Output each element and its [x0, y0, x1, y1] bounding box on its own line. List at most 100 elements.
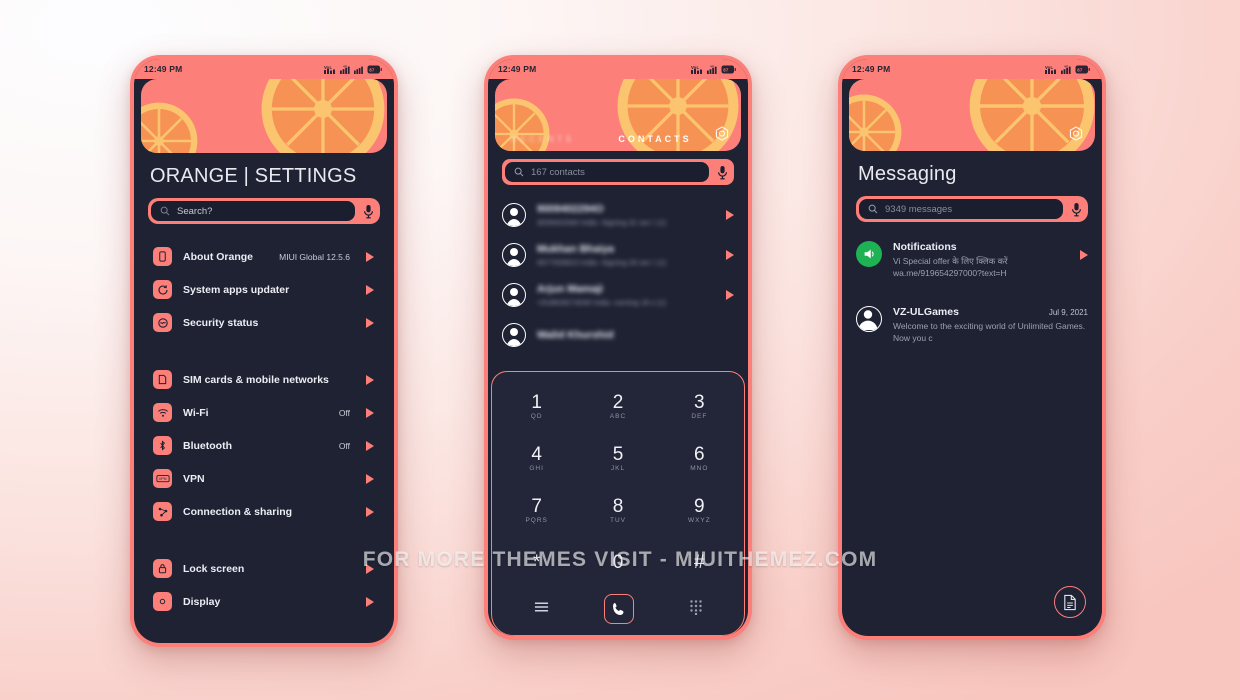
battery-icon: 87 — [721, 65, 736, 73]
status-bar: 12:49 PM VoL 4G 87 — [134, 59, 394, 79]
dialpad-key-5[interactable]: 5 JKL — [577, 432, 658, 484]
gear-icon[interactable] — [713, 125, 731, 143]
sidebar-item-connection-sharing[interactable]: Connection & sharing — [141, 495, 387, 528]
signal-icon: 4G — [1061, 64, 1071, 74]
search-placeholder: 167 contacts — [531, 166, 585, 178]
chevron-right-icon — [366, 317, 374, 328]
settings-item-value: MIUI Global 12.5.6 — [279, 251, 350, 262]
chevron-right-icon — [366, 506, 374, 517]
dialpad-key-3[interactable]: 3 DEF — [659, 380, 740, 432]
key-letters: TUV — [609, 517, 626, 525]
call-icon[interactable] — [603, 594, 634, 624]
search-bar[interactable]: Search? — [148, 198, 380, 224]
contact-avatar-icon — [502, 283, 526, 307]
chevron-right-icon — [366, 251, 374, 262]
sidebar-item-display[interactable]: Display — [141, 585, 387, 618]
dialpad-key-1[interactable]: 1 QD — [496, 380, 577, 432]
dialpad-key-star[interactable]: * — [496, 537, 577, 589]
svg-text:VPN: VPN — [158, 477, 166, 481]
search-input[interactable]: 167 contacts — [505, 162, 709, 182]
thread-preview: Welcome to the exciting world of Unlimit… — [893, 320, 1086, 343]
page-title: Messaging — [858, 163, 957, 185]
settings-group: SIM cards & mobile networks Wi-Fi Off Bl… — [141, 357, 387, 534]
sidebar-item-vpn[interactable]: VPN VPN — [141, 462, 387, 495]
list-item[interactable]: VZ-ULGames Jul 9, 2021 Welcome to the ex… — [842, 299, 1102, 352]
status-bar: 12:49 PM VoL 4G 87 — [842, 59, 1102, 79]
chevron-right-icon — [366, 440, 374, 451]
new-message-icon[interactable] — [1054, 586, 1086, 618]
call-arrow-icon[interactable] — [726, 290, 734, 300]
chevron-right-icon — [366, 284, 374, 295]
tab-contacts[interactable]: CONTACTS — [618, 134, 691, 144]
status-icons: VoL 4G 87 — [691, 64, 736, 75]
settings-screen: 12:49 PM VoL 4G 87 ORANGE | SETTINGS Sea… — [134, 59, 394, 643]
thread-date: Jul 9, 2021 — [1048, 307, 1088, 317]
dialpad-key-0[interactable]: 0 — [577, 537, 658, 589]
list-item[interactable]: Mukhan Bhaiya 9977009810 India -Signing … — [488, 235, 748, 275]
search-input[interactable]: 9349 messages — [859, 199, 1063, 219]
dialpad-key-8[interactable]: 8 TUV — [577, 485, 658, 537]
search-placeholder: 9349 messages — [885, 203, 953, 215]
security-icon — [153, 313, 172, 332]
contact-name: Walid Khurshid — [537, 329, 614, 341]
settings-item-value: Off — [338, 440, 350, 451]
microphone-icon[interactable] — [1067, 202, 1085, 217]
sidebar-item-about-orange[interactable]: About Orange MIUI Global 12.5.6 — [141, 240, 387, 273]
key-number: 1 — [531, 391, 542, 413]
sidebar-item-security-status[interactable]: Security status — [141, 306, 387, 339]
list-item[interactable]: 9009402294O 9009402940 India -Signing 31… — [488, 195, 748, 235]
search-input[interactable]: Search? — [151, 201, 355, 221]
call-arrow-icon[interactable] — [726, 210, 734, 220]
contact-name: Arjun Mamaji — [537, 283, 603, 295]
list-item[interactable]: Walid Khurshid — [488, 315, 748, 355]
sidebar-item-wifi[interactable]: Wi-Fi Off — [141, 396, 387, 429]
settings-item-label: Security status — [183, 316, 259, 329]
microphone-icon[interactable] — [359, 204, 377, 219]
search-bar[interactable]: 9349 messages — [856, 196, 1088, 222]
list-item[interactable]: Arjun Mamaji +918828274040 India -coming… — [488, 275, 748, 315]
signal-icon — [354, 66, 363, 74]
key-number: 6 — [694, 443, 705, 465]
phone-messaging: 12:49 PM VoL 4G 87 Messaging 9349 messag… — [838, 55, 1106, 640]
sidebar-item-lock-screen[interactable]: Lock screen — [141, 552, 387, 585]
chevron-right-icon[interactable] — [1080, 250, 1088, 260]
menu-icon[interactable] — [534, 600, 549, 618]
settings-group: About Orange MIUI Global 12.5.6 System a… — [141, 234, 387, 345]
dialpad-key-2[interactable]: 2 ABC — [577, 380, 658, 432]
settings-item-label: Wi-Fi — [183, 406, 209, 419]
sidebar-item-sim-cards[interactable]: SIM cards & mobile networks — [141, 363, 387, 396]
search-bar[interactable]: 167 contacts — [502, 159, 734, 185]
list-item[interactable]: Notifications Vi Special offer के लिए क्… — [842, 234, 1102, 287]
settings-banner — [141, 79, 387, 153]
sidebar-item-system-apps-updater[interactable]: System apps updater — [141, 273, 387, 306]
tab-recents[interactable]: RECENTS — [510, 134, 574, 144]
contact-avatar-icon — [856, 305, 882, 332]
settings-item-label: VPN — [183, 472, 205, 485]
svg-text:4G: 4G — [343, 64, 348, 68]
microphone-icon[interactable] — [713, 165, 731, 180]
settings-item-label: SIM cards & mobile networks — [183, 373, 329, 386]
chevron-right-icon — [366, 473, 374, 484]
gear-icon[interactable] — [1067, 125, 1085, 143]
dialpad-key-6[interactable]: 6 MNO — [659, 432, 740, 484]
dialpad-key-7[interactable]: 7 PQRS — [496, 485, 577, 537]
key-number: 5 — [612, 443, 624, 465]
status-bar: 12:49 PM VoL 4G 87 — [488, 59, 748, 79]
dialpad: 1 QD 2 ABC 3 DEF 4 GHI 5 JKL 6 MNO 7 PQRS 8 TUV … — [491, 371, 745, 636]
dialpad-key-9[interactable]: 9 WXYZ — [659, 485, 740, 537]
chevron-right-icon — [366, 596, 374, 607]
status-time: 12:49 PM — [852, 64, 891, 74]
dialpad-key-4[interactable]: 4 GHI — [496, 432, 577, 484]
volte-icon: VoL — [691, 65, 702, 74]
call-arrow-icon[interactable] — [726, 250, 734, 260]
dialpad-key-hash[interactable]: # — [659, 537, 740, 589]
key-letters: JKL — [610, 464, 626, 472]
settings-item-value: Off — [338, 407, 350, 418]
keypad-icon[interactable] — [689, 599, 703, 620]
sidebar-item-bluetooth[interactable]: Bluetooth Off — [141, 429, 387, 462]
search-icon — [868, 204, 878, 214]
chevron-right-icon — [366, 374, 374, 385]
svg-text:4G: 4G — [710, 64, 715, 68]
refresh-icon — [153, 280, 172, 299]
status-time: 12:49 PM — [498, 64, 537, 74]
